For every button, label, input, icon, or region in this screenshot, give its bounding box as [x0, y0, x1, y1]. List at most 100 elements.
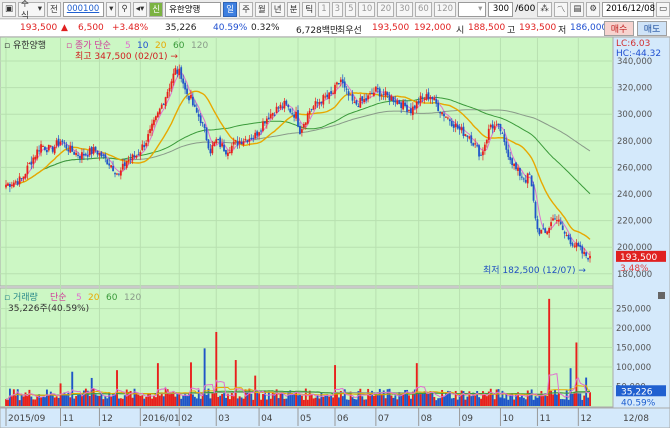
candle: [22, 176, 25, 179]
candle: [258, 132, 260, 136]
candle: [458, 126, 461, 130]
volume-bar: [160, 393, 163, 406]
buy-button[interactable]: 매수: [604, 21, 634, 36]
candle: [326, 94, 329, 98]
volume-bar: [299, 394, 301, 406]
candle: [511, 158, 514, 166]
sell-button[interactable]: 매도: [637, 21, 667, 36]
candle: [318, 102, 321, 105]
candle: [38, 150, 40, 152]
period-month[interactable]: 월: [254, 1, 269, 17]
code-input[interactable]: 000100: [62, 1, 105, 17]
candle: [384, 91, 387, 97]
volume-bar: [421, 393, 424, 406]
market-select[interactable]: 주식 ▾: [18, 0, 45, 21]
candle: [176, 69, 179, 74]
candle: [548, 227, 551, 233]
candle: [552, 218, 554, 221]
magnifier-icon[interactable]: ⚲: [118, 1, 131, 17]
candle: [507, 149, 510, 158]
candle: [573, 245, 576, 247]
candle: [503, 134, 506, 142]
volume-legend-period: 20: [88, 293, 100, 303]
volume-bar: [499, 397, 502, 406]
interval-3[interactable]: 3: [331, 1, 344, 17]
candle: [131, 154, 134, 161]
candle: [110, 165, 113, 168]
candle: [289, 108, 292, 113]
candle: [575, 242, 578, 248]
line-tool-icon[interactable]: 〽: [553, 1, 569, 17]
volume-bar: [139, 395, 142, 406]
interval-120[interactable]: 120: [433, 1, 457, 17]
candle: [190, 95, 192, 99]
open: 188,500: [468, 23, 506, 33]
gear-icon[interactable]: ⚙: [586, 1, 600, 17]
date-input[interactable]: 2016/12/08: [601, 1, 655, 17]
code-dropdown[interactable]: ▾: [106, 1, 117, 17]
volume-bar: [12, 389, 15, 406]
x-tick-label: 12: [101, 414, 112, 424]
volume-tick-label: 200,000: [616, 324, 651, 334]
period-year[interactable]: 년: [270, 1, 285, 17]
panel-menu-icon: [658, 292, 665, 299]
x-tick-label: 06: [337, 414, 349, 424]
calendar-icon[interactable]: ▭: [655, 1, 670, 17]
interval-dropdown[interactable]: ▾: [458, 1, 487, 17]
period-minute[interactable]: 분: [286, 1, 301, 17]
period-week[interactable]: 주: [239, 1, 253, 17]
volume-bar: [125, 389, 128, 406]
interval-60[interactable]: 60: [414, 1, 432, 17]
candle: [456, 124, 459, 129]
volume-bar: [242, 398, 245, 406]
speaker-icon[interactable]: ◂▾: [132, 1, 148, 17]
indicator-add-icon[interactable]: ⁂: [537, 1, 552, 17]
window-icon[interactable]: ▣: [2, 1, 17, 17]
candle: [51, 146, 54, 152]
interval-30[interactable]: 30: [396, 1, 413, 17]
type-button[interactable]: 전: [46, 1, 61, 17]
volume-bar: [443, 395, 445, 406]
candle: [445, 116, 447, 118]
candle: [392, 96, 395, 102]
period-tick[interactable]: 틱: [302, 1, 317, 17]
volume-bar: [75, 396, 78, 406]
volume-bar: [269, 398, 272, 406]
volume-bar: [542, 396, 545, 406]
candle: [248, 138, 251, 142]
stock-name-field[interactable]: 유한양행: [165, 1, 222, 17]
volume-bar: [526, 390, 529, 406]
volume-bar: [330, 394, 333, 406]
candle: [228, 151, 231, 153]
volume-bar: [575, 342, 578, 406]
volume-bar: [250, 393, 253, 406]
volume-bar: [81, 395, 83, 406]
period-day[interactable]: 일: [223, 1, 238, 17]
volume-bar: [497, 389, 500, 406]
candle: [84, 153, 87, 155]
candle: [413, 105, 416, 109]
interval-20[interactable]: 20: [377, 1, 395, 17]
candle: [505, 141, 508, 150]
interval-5[interactable]: 5: [345, 1, 357, 17]
candle: [16, 181, 19, 185]
candle: [487, 128, 490, 140]
candle: [373, 92, 375, 96]
volume-bar: [262, 394, 264, 406]
candle: [271, 112, 274, 116]
candle: [299, 125, 301, 135]
volume-bar: [427, 393, 430, 406]
save-icon[interactable]: ▤: [570, 1, 585, 17]
interval-1[interactable]: 1: [318, 1, 330, 17]
volume-bar: [524, 399, 527, 406]
interval-10[interactable]: 10: [358, 1, 376, 17]
high-note: 최고 347,500 (02/01) →: [75, 51, 178, 62]
count-input[interactable]: 300: [488, 1, 514, 17]
stock-chart[interactable]: 340,000320,000300,000280,000260,000240,0…: [0, 37, 670, 428]
candle: [425, 94, 428, 100]
candle: [265, 118, 268, 124]
candle: [394, 100, 397, 103]
volume-bar: [460, 390, 463, 406]
volume-bar: [267, 391, 270, 406]
candle: [581, 246, 584, 254]
